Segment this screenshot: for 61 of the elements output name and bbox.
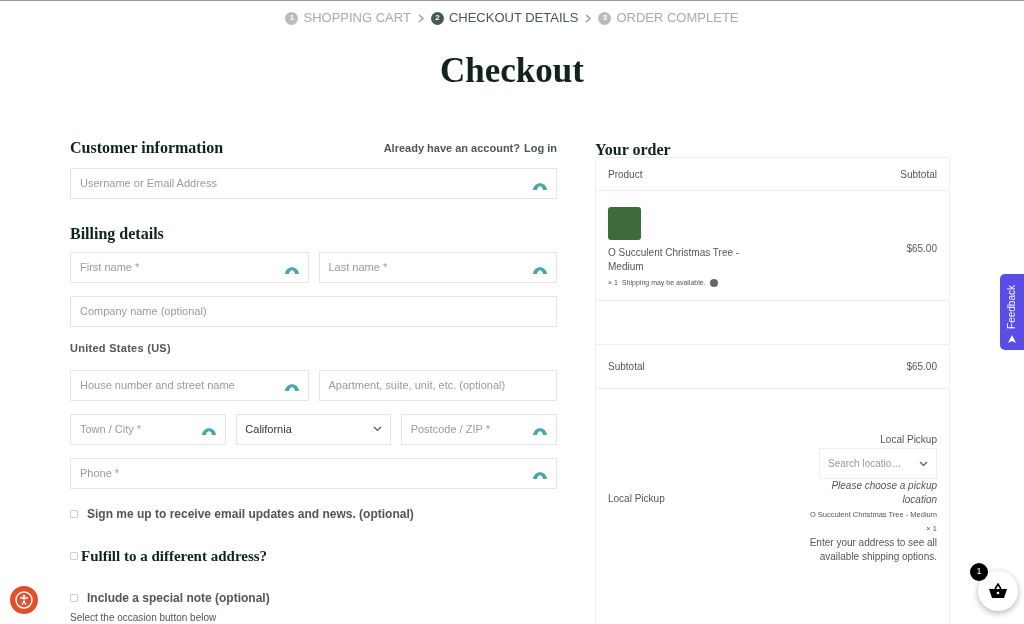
step-number: 1: [285, 11, 299, 25]
location-select[interactable]: Search locatio…: [819, 448, 937, 479]
instruction-text: Select the occasion button below: [70, 611, 218, 624]
field-placeholder: House number and street name: [80, 377, 236, 393]
text-field[interactable]: Username or Email Address: [70, 168, 557, 199]
field-placeholder: Company name (optional): [80, 304, 208, 320]
field-placeholder: Last name *: [328, 260, 389, 276]
text-field[interactable]: First name *: [70, 252, 309, 283]
column-header: Product: [608, 167, 643, 182]
feedback-tab[interactable]: Feedback: [1000, 274, 1024, 350]
text-field[interactable]: Company name (optional): [70, 296, 557, 327]
field-placeholder: Apartment, suite, unit, etc. (optional): [328, 377, 507, 393]
option-heading: Fulfill to a different address?: [81, 546, 268, 566]
chevron-right-icon: [585, 13, 592, 23]
option-label: Sign me up to receive email updates and news. (optional): [87, 505, 414, 523]
address-note: Enter your address to see all available shipping options.: [808, 536, 937, 564]
pickup-title: Local Pickup: [880, 433, 937, 447]
shipping-label: Local Pickup: [608, 491, 665, 506]
arrow-up-icon: [1008, 334, 1016, 343]
subtotal-label: Subtotal: [608, 360, 645, 374]
text-field[interactable]: House number and street name: [70, 369, 309, 401]
field-placeholder: First name *: [80, 260, 141, 276]
chevron-right-icon: [417, 13, 424, 23]
login-link[interactable]: Log in: [524, 139, 557, 157]
column-header: Subtotal: [900, 167, 937, 182]
text-field[interactable]: Town / City *: [70, 413, 227, 445]
cart-count-badge: 1: [970, 563, 988, 581]
text-field[interactable]: Last name *: [318, 252, 557, 283]
pickup-prompt: Please choose a pickup location: [830, 479, 937, 507]
text-field[interactable]: Postcode / ZIP *: [400, 413, 557, 445]
accessibility-icon: [15, 591, 33, 609]
basket-icon: [989, 583, 1007, 599]
checkout-step[interactable]: 3 ORDER COMPLETE: [598, 8, 739, 28]
field-placeholder: Town / City *: [80, 421, 143, 437]
checkbox[interactable]: [70, 594, 78, 602]
section-heading: Customer information: [70, 138, 224, 158]
checkbox[interactable]: [70, 509, 78, 518]
state-select[interactable]: California: [236, 413, 391, 445]
field-placeholder: Postcode / ZIP *: [410, 421, 491, 437]
product-price: $65.00: [906, 242, 937, 256]
option-label: Include a special note (optional): [87, 590, 270, 607]
checkbox[interactable]: [70, 551, 78, 560]
checkout-step[interactable]: 2 CHECKOUT DETAILS: [430, 8, 579, 28]
checkout-step[interactable]: 1 SHOPPING CART: [285, 8, 411, 28]
page-title: Checkout: [439, 50, 585, 92]
product-photo-placeholder: [608, 207, 641, 240]
text-field[interactable]: Apartment, suite, unit, etc. (optional): [318, 369, 557, 401]
field-placeholder: Phone *: [80, 465, 121, 481]
help-icon[interactable]: [709, 279, 718, 288]
country-label: United States (US): [70, 341, 171, 356]
section-heading: Your order: [595, 140, 672, 158]
text-field[interactable]: Phone *: [70, 457, 557, 489]
field-placeholder: Username or Email Address: [80, 176, 218, 192]
step-number: 3: [598, 11, 612, 25]
product-name: O Succulent Christmas Tree - Medium: [608, 246, 741, 274]
chevron-down-icon: [372, 426, 382, 432]
subtotal-value: $65.00: [906, 360, 937, 374]
chevron-down-icon: [919, 460, 928, 467]
step-number: 2: [430, 11, 444, 25]
account-prompt: Already have an account?: [383, 140, 520, 156]
section-heading: Billing details: [70, 224, 165, 242]
